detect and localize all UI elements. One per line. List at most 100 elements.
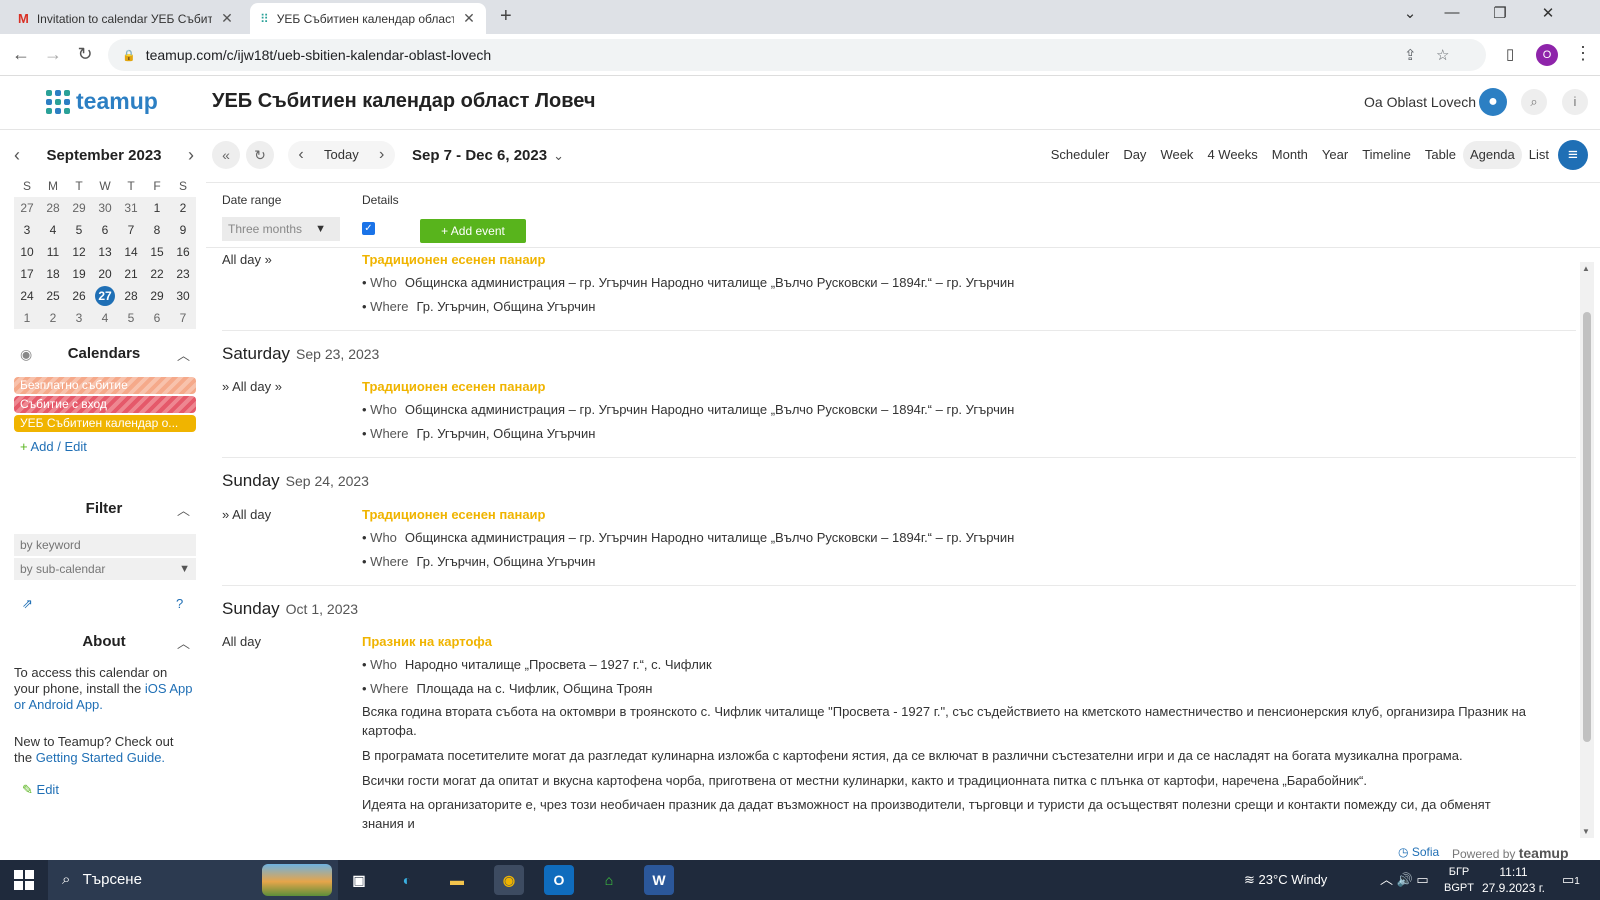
day-cell[interactable]: 12 xyxy=(66,241,92,263)
subcalendar-paid-event[interactable]: Събитие с вход xyxy=(14,396,196,413)
prev-period-icon[interactable]: ‹ xyxy=(288,141,314,169)
day-cell[interactable]: 3 xyxy=(14,219,40,241)
file-explorer-icon[interactable]: ▬ xyxy=(442,865,472,895)
taskbar-search[interactable]: ⌕ Търсене xyxy=(48,860,338,900)
day-cell[interactable]: 11 xyxy=(40,241,66,263)
day-cell[interactable]: 18 xyxy=(40,263,66,285)
subcalendar-filter-select[interactable]: by sub-calendar ▼ xyxy=(14,558,196,580)
view-table[interactable]: Table xyxy=(1418,141,1463,169)
next-period-icon[interactable]: › xyxy=(369,141,395,169)
day-cell[interactable]: 24 xyxy=(14,285,40,307)
event-title[interactable]: Традиционен есенен панаир xyxy=(362,379,546,394)
day-cell[interactable]: 27 xyxy=(14,197,40,219)
day-cell[interactable]: 10 xyxy=(14,241,40,263)
day-cell[interactable]: 19 xyxy=(66,263,92,285)
day-cell[interactable]: 4 xyxy=(40,219,66,241)
chevron-up-icon[interactable]: ︿ xyxy=(177,345,190,364)
getting-started-link[interactable]: Getting Started Guide. xyxy=(36,750,165,765)
app-house-icon[interactable]: ⌂ xyxy=(594,865,624,895)
share-icon[interactable]: ⇪ xyxy=(1404,46,1417,64)
browser-menu-icon[interactable]: ⋮ xyxy=(1574,43,1592,64)
date-range-picker[interactable]: Sep 7 - Dec 6, 2023 ⌄ xyxy=(412,147,564,164)
timezone-link[interactable]: ◷ Sofia xyxy=(1398,845,1439,859)
help-icon[interactable]: ? xyxy=(176,596,183,611)
chevron-up-icon[interactable]: ︿ xyxy=(177,500,190,519)
add-edit-link[interactable]: + Add / Edit xyxy=(20,439,87,454)
calendars-section-header[interactable]: ◉ Calendars ︿ xyxy=(14,345,194,365)
minimize-icon[interactable]: — xyxy=(1432,4,1472,21)
day-cell[interactable]: 2 xyxy=(170,197,196,219)
scroll-down-icon[interactable]: ▼ xyxy=(1582,827,1590,836)
word-icon[interactable]: W xyxy=(644,865,674,895)
hamburger-menu-icon[interactable]: ≡ xyxy=(1558,140,1588,170)
day-cell[interactable]: 2 xyxy=(40,307,66,329)
bookmark-star-icon[interactable]: ☆ xyxy=(1436,46,1449,64)
about-edit-link[interactable]: ✎ Edit xyxy=(22,782,59,798)
language-indicator[interactable]: БГР BGPT xyxy=(1444,864,1474,896)
user-name[interactable]: Oa Oblast Lovech xyxy=(1364,94,1476,110)
day-cell[interactable]: 28 xyxy=(118,285,144,307)
share-icon[interactable]: ⇗ xyxy=(22,596,33,612)
view-day[interactable]: Day xyxy=(1116,141,1153,169)
scroll-up-icon[interactable]: ▲ xyxy=(1582,264,1590,273)
edge-icon[interactable]: ◐ xyxy=(392,865,422,895)
day-cell[interactable]: 6 xyxy=(92,219,118,241)
event-title[interactable]: Традиционен есенен панаир xyxy=(362,507,546,522)
restore-icon[interactable]: ❐ xyxy=(1480,4,1520,22)
subcalendar-free-event[interactable]: Безплатно събитие xyxy=(14,377,196,394)
next-month-icon[interactable]: › xyxy=(188,145,194,166)
day-cell[interactable]: 7 xyxy=(118,219,144,241)
double-chevron-left-icon[interactable]: « xyxy=(212,141,240,169)
scrollbar-thumb[interactable] xyxy=(1583,312,1591,742)
info-icon[interactable]: i xyxy=(1562,89,1588,115)
notifications-icon[interactable]: ▭1 xyxy=(1562,860,1580,900)
day-cell[interactable]: 21 xyxy=(118,263,144,285)
event-title[interactable]: Празник на картофа xyxy=(362,634,492,649)
close-tab-icon[interactable]: ✕ xyxy=(220,10,234,27)
user-account-icon[interactable]: ● xyxy=(1479,88,1507,116)
task-view-icon[interactable]: ▣ xyxy=(344,865,374,895)
filter-section-header[interactable]: Filter ︿ xyxy=(14,500,194,520)
close-window-icon[interactable]: ✕ xyxy=(1528,4,1568,22)
about-section-header[interactable]: About ︿ xyxy=(14,633,194,653)
taskbar-clock[interactable]: 11:11 27.9.2023 г. xyxy=(1482,864,1545,896)
day-cell[interactable]: 9 xyxy=(170,219,196,241)
today-cell[interactable]: 27 xyxy=(92,285,118,307)
day-cell[interactable]: 28 xyxy=(40,197,66,219)
tab-search-icon[interactable]: ⌄ xyxy=(1390,4,1430,22)
day-cell[interactable]: 16 xyxy=(170,241,196,263)
reload-icon[interactable]: ↻ xyxy=(74,44,96,65)
chrome-icon[interactable]: ◉ xyxy=(494,865,524,895)
event-title[interactable]: Традиционен есенен панаир xyxy=(362,252,546,267)
day-cell[interactable]: 29 xyxy=(66,197,92,219)
day-cell[interactable]: 3 xyxy=(66,307,92,329)
view-year[interactable]: Year xyxy=(1315,141,1355,169)
day-cell[interactable]: 8 xyxy=(144,219,170,241)
outlook-icon[interactable]: O xyxy=(544,865,574,895)
day-cell[interactable]: 20 xyxy=(92,263,118,285)
day-cell[interactable]: 13 xyxy=(92,241,118,263)
view-timeline[interactable]: Timeline xyxy=(1355,141,1418,169)
refresh-icon[interactable]: ↻ xyxy=(246,141,274,169)
view-scheduler[interactable]: Scheduler xyxy=(1044,141,1117,169)
system-tray-icons[interactable]: ︿ 🔊 ▭ xyxy=(1380,860,1429,900)
date-range-select[interactable]: Three months ▼ xyxy=(222,217,340,241)
profile-avatar[interactable]: O xyxy=(1536,44,1558,66)
view-month[interactable]: Month xyxy=(1265,141,1315,169)
url-input[interactable]: 🔒 teamup.com/c/ijw18t/ueb-sbitien-kalend… xyxy=(108,39,1486,71)
view-agenda[interactable]: Agenda xyxy=(1462,141,1522,169)
day-cell[interactable]: 31 xyxy=(118,197,144,219)
details-checkbox[interactable]: ✓ xyxy=(362,222,375,235)
side-panel-icon[interactable]: ▯ xyxy=(1506,45,1514,63)
day-cell[interactable]: 29 xyxy=(144,285,170,307)
day-cell[interactable]: 14 xyxy=(118,241,144,263)
close-tab-icon[interactable]: ✕ xyxy=(462,10,476,27)
add-event-button[interactable]: + Add event xyxy=(420,219,526,243)
day-cell[interactable]: 22 xyxy=(144,263,170,285)
chevron-up-icon[interactable]: ︿ xyxy=(177,633,190,652)
browser-tab-gmail[interactable]: M Invitation to calendar УЕБ Събитие ✕ xyxy=(8,3,244,34)
view-week[interactable]: Week xyxy=(1153,141,1200,169)
prev-month-icon[interactable]: ‹ xyxy=(14,145,20,166)
day-cell[interactable]: 6 xyxy=(144,307,170,329)
day-cell[interactable]: 1 xyxy=(14,307,40,329)
